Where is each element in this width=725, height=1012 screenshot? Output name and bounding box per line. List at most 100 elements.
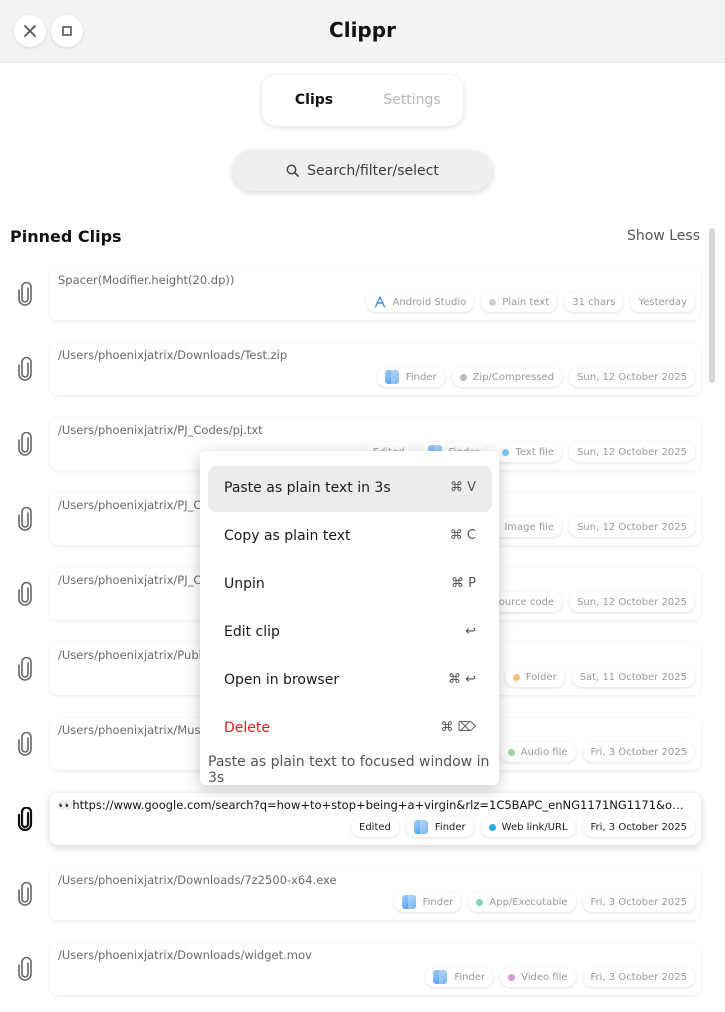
clip-tag: Sat, 11 October 2025 [571,667,695,687]
clip-tag: Finder [376,367,445,387]
finder-icon [433,970,448,984]
clip-tag: Audio file [499,742,576,762]
clip-tag-label: Sun, 12 October 2025 [577,446,687,458]
clip-tag-label: Finder [434,821,466,833]
paperclip-icon[interactable] [16,732,34,756]
clip-tag: Video file [500,967,576,987]
clip-tag-label: Fri, 3 October 2025 [590,896,687,908]
clip-tag: 31 chars [564,292,624,312]
clip-tags: Finder Video file Fri, 3 October 2025 [425,967,695,987]
finder-icon [384,370,399,384]
clip-tag-label: Finder [422,896,454,908]
clip-tag-label: Fri, 3 October 2025 [590,746,687,758]
scrollbar-thumb[interactable] [709,228,715,383]
section-title: Pinned Clips [10,227,122,246]
clip-tag-label: Source code [492,596,555,608]
type-dot-icon [502,448,510,456]
paperclip-icon[interactable] [16,657,34,681]
clip-tag-label: Text file [515,446,555,458]
clip-row: 👀https://www.google.com/search?q=how+to+… [0,787,705,862]
clip-row: Spacer(Modifier.height(20.dp)) Android St… [0,262,705,337]
clip-card[interactable]: /Users/phoenixjatrix/Downloads/7z2500-x6… [50,868,701,920]
type-dot-icon [507,748,515,756]
clip-tags: Source code Sun, 12 October 2025 [471,592,695,612]
type-dot-icon [508,973,516,981]
search-input[interactable]: Search/filter/select [232,150,493,191]
tab-clips[interactable]: Clips [268,75,360,126]
clip-card[interactable]: /Users/phoenixjatrix/Downloads/widget.mo… [50,943,701,995]
title-bar: Clippr [0,0,725,63]
tab-settings[interactable]: Settings [366,75,458,126]
clip-tags: Android Studio Plain text 31 chars Yesterda… [365,292,695,312]
paperclip-icon[interactable] [16,357,34,381]
clip-tag: Fri, 3 October 2025 [582,967,695,987]
type-dot-icon [488,823,496,831]
paperclip-icon[interactable] [16,882,34,906]
paperclip-icon[interactable] [16,582,34,606]
clip-row: /Users/phoenixjatrix/Downloads/7z2500-x6… [0,862,705,937]
clip-tags: Image file Sun, 12 October 2025 [483,517,695,537]
menu-item-delete[interactable]: Delete ⌘ ⌦ [208,706,492,752]
app-title: Clippr [329,18,396,42]
show-less-button[interactable]: Show Less [627,228,700,244]
menu-item-open-browser[interactable]: Open in browser ⌘ ↩ [208,658,492,704]
menu-item-edit-clip[interactable]: Edit clip ↩ [208,610,492,656]
clip-tag-label: Sun, 12 October 2025 [577,371,687,383]
menu-item-copy-plain[interactable]: Copy as plain text ⌘ C [208,514,492,560]
search-icon [286,164,299,177]
clip-tag: Web link/URL [480,817,576,837]
clip-card[interactable]: Spacer(Modifier.height(20.dp)) Android St… [50,268,701,320]
clip-tag-label: Sun, 12 October 2025 [577,521,687,533]
clip-tag-label: Edited [359,821,391,833]
clip-tag-label: Fri, 3 October 2025 [590,821,687,833]
clip-card[interactable]: /Users/phoenixjatrix/Downloads/Test.zip F… [50,343,701,395]
clip-tag: App/Executable [468,892,576,912]
menu-item-shortcut: ↩ [465,624,476,639]
clip-text: /Users/phoenixjatrix/Downloads/widget.mo… [58,948,312,962]
clip-tag: Edited [351,817,399,837]
clip-tag: Sun, 12 October 2025 [569,367,695,387]
clip-tag-label: Sun, 12 October 2025 [577,596,687,608]
clip-text: /Users/phoenixjatrix/Downloads/7z2500-x6… [58,873,337,887]
finder-icon [401,895,416,909]
type-dot-icon [459,373,467,381]
paperclip-icon[interactable] [16,807,34,831]
clip-tag-label: Plain text [502,296,550,308]
clip-tag: Sun, 12 October 2025 [569,592,695,612]
clip-tag-label: Folder [525,671,557,683]
context-menu: Paste as plain text in 3s ⌘ V Copy as pl… [200,451,499,786]
clip-row: /Users/phoenixjatrix/Downloads/Test.zip F… [0,337,705,412]
paperclip-icon[interactable] [16,957,34,981]
paperclip-icon[interactable] [16,507,34,531]
clip-tag-label: Video file [521,971,568,983]
clip-tag-label: Audio file [520,746,568,758]
menu-item-shortcut: ⌘ ⌦ [440,720,476,735]
clip-tag: Finder [425,967,494,987]
type-dot-icon [476,898,484,906]
clip-tag-label: Finder [454,971,486,983]
menu-item-shortcut: ⌘ P [451,576,476,591]
paperclip-icon[interactable] [16,282,34,306]
menu-item-shortcut: ⌘ V [449,480,476,495]
clip-tag-label: Web link/URL [501,821,568,833]
clip-text: /Users/phoenixjatrix/PJ_Codes/pj.txt [58,423,263,437]
clip-tag: Sun, 12 October 2025 [569,442,695,462]
menu-item-label: Edit clip [224,624,280,640]
clip-tag-label: Android Studio [392,296,467,308]
type-dot-icon [489,298,497,306]
clip-tag-label: Finder [405,371,437,383]
tab-bar: Clips Settings [262,75,463,126]
clip-tag-label: Fri, 3 October 2025 [590,971,687,983]
menu-item-unpin[interactable]: Unpin ⌘ P [208,562,492,608]
clip-text: Spacer(Modifier.height(20.dp)) [58,273,235,287]
paperclip-icon[interactable] [16,432,34,456]
clip-tag-label: Zip/Compressed [472,371,555,383]
menu-item-paste-plain[interactable]: Paste as plain text in 3s ⌘ V [208,466,492,512]
clip-tags: Finder App/Executable Fri, 3 October 2025 [393,892,695,912]
menu-item-label: Paste as plain text in 3s [224,480,391,496]
clip-tag: Fri, 3 October 2025 [582,817,695,837]
clip-tag: Fri, 3 October 2025 [582,742,695,762]
search-placeholder: Search/filter/select [307,162,439,179]
clip-card[interactable]: 👀https://www.google.com/search?q=how+to+… [50,793,701,845]
clip-tag-label: Image file [504,521,555,533]
